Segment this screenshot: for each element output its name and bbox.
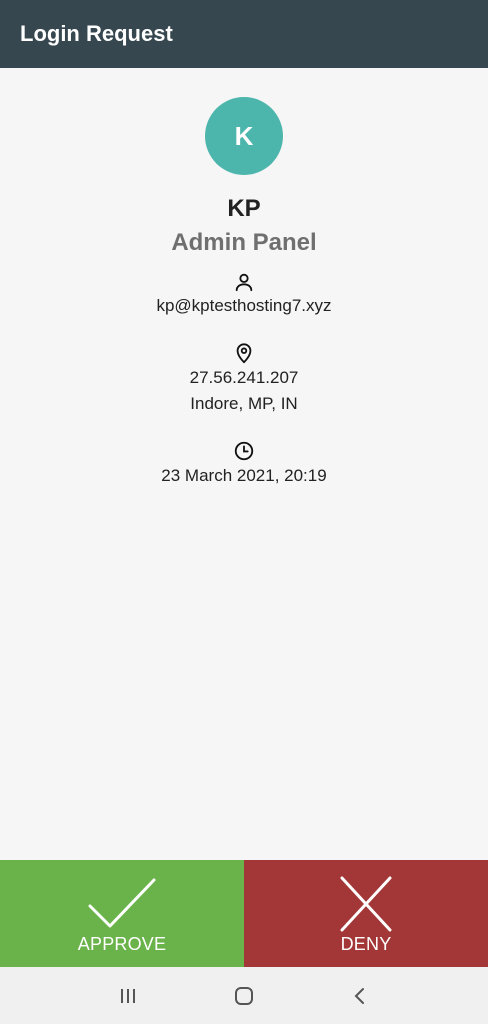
system-nav-bar [0, 967, 488, 1024]
timestamp: 23 March 2021, 20:19 [161, 466, 327, 485]
home-icon [235, 986, 253, 1005]
clock-icon [234, 441, 254, 461]
ip-address: 27.56.241.207 [189, 368, 299, 387]
avatar-letter: K [234, 120, 254, 151]
recent-apps-button[interactable] [108, 976, 148, 1016]
location-text: Indore, MP, IN [190, 394, 298, 413]
request-details: K KP Admin Panel kp@kptesthosting7.xyz 2… [0, 68, 488, 860]
time-info: 23 March 2021, 20:19 [161, 440, 327, 488]
account-name: KP [227, 195, 261, 222]
back-icon [354, 987, 364, 1004]
login-request-screen: Login Request K KP Admin Panel kp@kptest… [0, 0, 488, 1024]
user-info: kp@kptesthosting7.xyz [156, 271, 332, 318]
deny-label: DENY [340, 934, 392, 954]
deny-button[interactable]: DENY [244, 860, 488, 967]
recent-apps-icon [121, 988, 135, 1003]
x-icon [340, 876, 392, 932]
location-info: 27.56.241.207 Indore, MP, IN [189, 342, 299, 416]
page-title: Login Request [20, 21, 173, 46]
avatar: K [205, 97, 283, 175]
check-icon [88, 878, 156, 928]
approve-label: APPROVE [77, 934, 167, 954]
map-pin-icon [236, 343, 252, 364]
action-bar: APPROVE DENY [0, 860, 488, 967]
app-bar: Login Request [0, 0, 488, 68]
approve-button[interactable]: APPROVE [0, 860, 244, 967]
issuer-name: Admin Panel [171, 229, 317, 256]
home-button[interactable] [224, 976, 264, 1016]
person-icon [235, 273, 253, 292]
user-email: kp@kptesthosting7.xyz [156, 296, 332, 315]
back-button[interactable] [340, 976, 380, 1016]
